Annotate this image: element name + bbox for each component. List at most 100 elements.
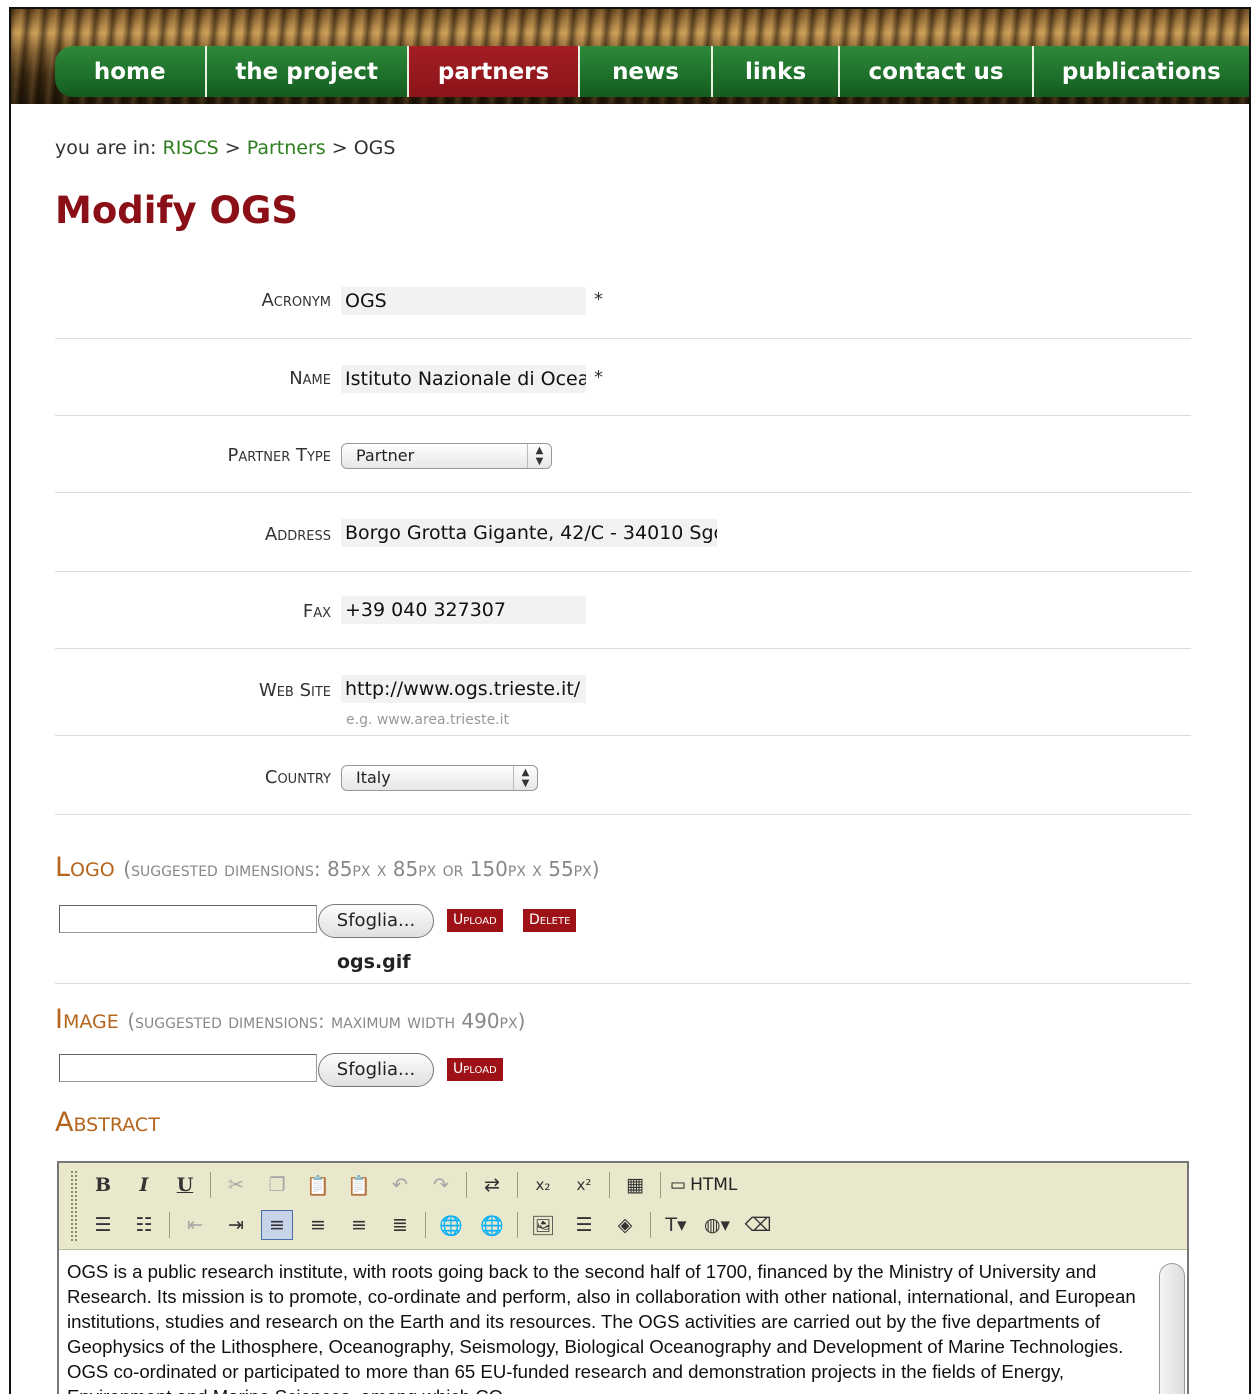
fax-label: Fax <box>302 601 331 622</box>
select-arrows-icon: ▲ ▼ <box>527 444 551 468</box>
nav-item-news[interactable]: news <box>580 46 713 97</box>
breadcrumb: you are in: RISCS > Partners > OGS <box>55 137 395 159</box>
text-color-icon[interactable]: T▾ <box>660 1210 692 1240</box>
nav-item-contact-us[interactable]: contact us <box>840 46 1034 97</box>
align-left-icon[interactable]: ≡ <box>261 1210 293 1240</box>
bold-button[interactable]: B <box>87 1170 119 1200</box>
toolbar-separator <box>466 1172 467 1198</box>
name-label: Name <box>289 368 331 389</box>
country-select[interactable]: Italy ▲ ▼ <box>341 765 538 791</box>
divider <box>55 492 1191 493</box>
toolbar-grip[interactable] <box>71 1171 77 1241</box>
image-browse-button[interactable]: Sfoglia... <box>318 1053 434 1087</box>
align-center-icon[interactable]: ≡ <box>302 1210 334 1240</box>
logo-heading-title: Logo <box>55 852 115 883</box>
website-hint: e.g. www.area.trieste.it <box>346 712 510 728</box>
toolbar-row-2: ☰ ☷ ⇤ ⇥ ≡ ≡ ≡ ≣ 🌐 🌐 🖼 ☰ ◈ T▾ ◍▾ ⌫ <box>87 1207 783 1243</box>
abstract-text[interactable]: OGS is a public research institute, with… <box>67 1259 1153 1394</box>
logo-filename: ogs.gif <box>337 951 411 973</box>
divider <box>55 415 1191 416</box>
toolbar-separator <box>169 1212 170 1238</box>
image-file-input[interactable] <box>59 1054 317 1082</box>
breadcrumb-link-partners[interactable]: Partners <box>247 137 326 159</box>
divider <box>55 814 1191 815</box>
italic-button[interactable]: I <box>128 1170 160 1200</box>
unordered-list-icon[interactable]: ☷ <box>128 1210 160 1240</box>
image-heading: Image (suggested dimensions: maximum wid… <box>55 1004 525 1035</box>
superscript-button[interactable]: x² <box>568 1170 600 1200</box>
horizontal-rule-icon[interactable]: ☰ <box>568 1210 600 1240</box>
background-color-icon[interactable]: ◍▾ <box>701 1210 733 1240</box>
eraser-icon[interactable]: ⌫ <box>742 1210 774 1240</box>
divider <box>55 338 1191 339</box>
align-right-icon[interactable]: ≡ <box>343 1210 375 1240</box>
toolbar-separator <box>517 1212 518 1238</box>
breadcrumb-prefix: you are in: <box>55 137 157 159</box>
editor-toolbar: B I U ✂ ❐ 📋 📋 ↶ ↷ ⇄ x₂ x² ▦ ▭ HTML ☰ ☷ ⇤… <box>59 1163 1187 1250</box>
breadcrumb-separator: > <box>331 137 348 159</box>
logo-upload-button[interactable]: Upload <box>447 909 503 932</box>
abstract-heading: Abstract <box>55 1107 160 1138</box>
find-replace-icon[interactable]: ⇄ <box>476 1170 508 1200</box>
paste-icon[interactable]: 📋 <box>302 1170 334 1200</box>
breadcrumb-separator: > <box>224 137 241 159</box>
ordered-list-icon[interactable]: ☰ <box>87 1210 119 1240</box>
logo-delete-button[interactable]: Delete <box>523 909 577 932</box>
acronym-required-mark: * <box>594 289 603 310</box>
cut-icon[interactable]: ✂ <box>220 1170 252 1200</box>
logo-file-input[interactable] <box>59 905 317 933</box>
redo-icon[interactable]: ↷ <box>425 1170 457 1200</box>
website-label: Web Site <box>258 680 331 701</box>
page-title: Modify OGS <box>55 189 298 232</box>
image-heading-title: Image <box>55 1004 119 1035</box>
toolbar-separator <box>660 1172 661 1198</box>
divider <box>55 983 1191 984</box>
undo-icon[interactable]: ↶ <box>384 1170 416 1200</box>
nav-item-partners[interactable]: partners <box>408 46 581 97</box>
address-label: Address <box>264 524 331 545</box>
breadcrumb-current: OGS <box>353 137 396 159</box>
breadcrumb-link-riscs[interactable]: RISCS <box>163 137 219 159</box>
html-source-button[interactable]: ▭ HTML <box>670 1175 737 1195</box>
acronym-field[interactable]: OGS <box>341 287 586 315</box>
indent-icon[interactable]: ⇥ <box>220 1210 252 1240</box>
image-dimensions-note: (suggested dimensions: maximum width 490… <box>127 1009 526 1033</box>
remove-link-icon[interactable]: 🌐 <box>476 1210 508 1240</box>
toolbar-row-1: B I U ✂ ❐ 📋 📋 ↶ ↷ ⇄ x₂ x² ▦ ▭ HTML <box>87 1167 737 1203</box>
copy-icon[interactable]: ❐ <box>261 1170 293 1200</box>
insert-image-icon[interactable]: 🖼 <box>527 1210 559 1240</box>
nav-item-publications[interactable]: publications <box>1033 46 1249 97</box>
main-nav: home the project partners news links con… <box>55 46 1249 97</box>
logo-heading: Logo (suggested dimensions: 85px x 85px … <box>55 852 600 883</box>
name-field[interactable]: Istituto Nazionale di Ocean <box>341 365 586 393</box>
fax-field[interactable]: +39 040 327307 <box>341 596 586 624</box>
outdent-icon[interactable]: ⇤ <box>179 1210 211 1240</box>
divider <box>55 571 1191 572</box>
acronym-label: Acronym <box>261 290 331 311</box>
align-justify-icon[interactable]: ≣ <box>384 1210 416 1240</box>
paste-word-icon[interactable]: 📋 <box>343 1170 375 1200</box>
rich-text-editor: B I U ✂ ❐ 📋 📋 ↶ ↷ ⇄ x₂ x² ▦ ▭ HTML ☰ ☷ ⇤… <box>57 1161 1189 1394</box>
toolbar-separator <box>425 1212 426 1238</box>
nav-item-links[interactable]: links <box>712 46 841 97</box>
address-field[interactable]: Borgo Grotta Gigante, 42/C - 34010 Sgo <box>341 519 717 547</box>
logo-browse-button[interactable]: Sfoglia... <box>318 904 434 938</box>
html-source-icon: ▭ <box>670 1175 687 1195</box>
nav-item-the-project[interactable]: the project <box>206 46 409 97</box>
insert-link-icon[interactable]: 🌐 <box>435 1210 467 1240</box>
divider <box>55 648 1191 649</box>
editor-scrollbar[interactable] <box>1159 1263 1185 1394</box>
logo-dimensions-note: (suggested dimensions: 85px x 85px or 15… <box>123 857 600 881</box>
nav-item-home[interactable]: home <box>55 46 207 97</box>
country-value: Italy <box>356 768 391 787</box>
subscript-button[interactable]: x₂ <box>527 1170 559 1200</box>
insert-media-icon[interactable]: ◈ <box>609 1210 641 1240</box>
partner-type-value: Partner <box>356 446 415 465</box>
underline-button[interactable]: U <box>169 1170 201 1200</box>
partner-type-select[interactable]: Partner ▲ ▼ <box>341 443 552 469</box>
partner-type-label: Partner Type <box>227 445 331 466</box>
image-upload-button[interactable]: Upload <box>447 1058 503 1081</box>
website-field[interactable]: http://www.ogs.trieste.it/ <box>341 675 586 703</box>
page-frame: home the project partners news links con… <box>9 7 1251 1394</box>
table-icon[interactable]: ▦ <box>619 1170 651 1200</box>
